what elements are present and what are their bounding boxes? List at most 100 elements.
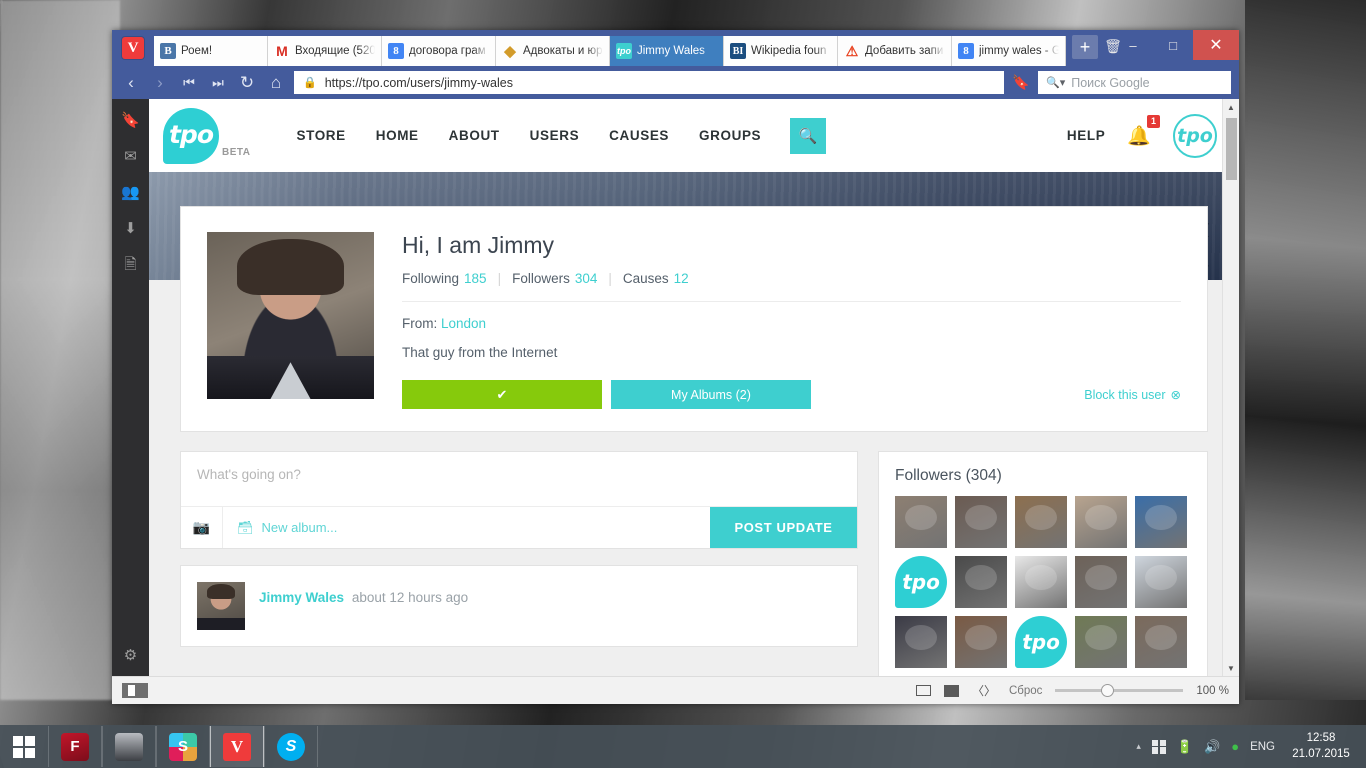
contacts-icon[interactable]: 👥 [121,185,140,200]
page-scrollbar[interactable]: ▲ ▼ [1222,99,1239,676]
developer-tools-icon[interactable]: 〈〉 [972,682,996,699]
follower-bearded-man[interactable] [1075,556,1127,608]
notes-icon[interactable]: 🗎 [124,257,136,272]
browser-tab-5[interactable]: BI Wikipedia foun [724,36,838,66]
downloads-icon[interactable]: ⬇ [124,221,137,236]
follower-tpo-default-2[interactable]: tpo [1015,616,1067,668]
camera-icon[interactable]: 📷 [181,507,223,548]
tab-list: B Роем! M Входящие (520 8 договора грам ◆ Адвок… [154,30,1066,66]
profile-stat-causes[interactable]: Causes 12 [623,271,689,286]
user-avatar[interactable]: tpo [1173,113,1217,158]
browser-tab-6[interactable]: ⚠ Добавить запи [838,36,952,66]
post-update-button[interactable]: POST UPDATE [710,507,857,548]
follower-jimmy[interactable] [895,496,947,548]
avatar-image [1025,565,1057,591]
follower-group-selfie[interactable] [1135,616,1187,668]
images-toggle-icon[interactable] [943,684,959,697]
nav-item-home[interactable]: HOME [376,128,419,143]
back-button[interactable]: ‹ [120,74,142,91]
follower-city-night[interactable] [895,616,947,668]
block-user-link[interactable]: Block this user ⊗ [1084,387,1181,403]
follower-smiling-man[interactable] [1075,496,1127,548]
new-tab-button[interactable]: + [1072,34,1098,59]
follower-sunset-dock[interactable] [1015,496,1067,548]
notifications-bell-icon[interactable]: 🔔 1 [1127,114,1160,148]
browser-tab-2[interactable]: 8 договора грам [382,36,496,66]
browser-tab-3[interactable]: ◆ Адвокаты и юр [496,36,610,66]
page-content: Hi, I am Jimmy Following 185 | Followers 304… [149,206,1239,676]
nav-item-about[interactable]: ABOUT [449,128,500,143]
close-button[interactable]: ✕ [1193,30,1239,60]
browser-tab-0[interactable]: B Роем! [154,36,268,66]
search-field[interactable]: 🔍▾ Поиск Google [1038,71,1231,94]
follower-tpo-default-1[interactable]: tpo [895,556,947,608]
taskbar-app-vivaldi-browser[interactable]: V [210,726,264,767]
bookmarks-icon[interactable]: 🔖 [121,113,140,128]
follower-couple[interactable] [955,496,1007,548]
scroll-down-arrow[interactable]: ▼ [1223,664,1239,673]
zoom-reset-label[interactable]: Сброс [1009,685,1042,697]
post-author-name[interactable]: Jimmy Wales [259,590,344,605]
reload-button[interactable]: ↻ [236,74,258,91]
taskbar-app-scanner-app[interactable] [102,726,156,767]
page-title: Hi, I am Jimmy [402,232,555,258]
profile-stat-followers[interactable]: Followers 304 [512,271,597,286]
follower-winter-couple[interactable] [1135,556,1187,608]
nav-item-users[interactable]: USERS [530,128,580,143]
taskbar-app-slack[interactable]: S [156,726,210,767]
follower-woman-indoor[interactable] [955,616,1007,668]
battery-icon[interactable]: 🔋 [1177,739,1193,755]
zoom-slider[interactable] [1055,684,1184,697]
post-author-avatar[interactable] [197,582,245,630]
following-button[interactable]: ✔ [402,380,602,409]
site-logo[interactable]: tpo BETA [163,107,251,164]
settings-icon[interactable]: ⚙ [124,646,137,664]
vivaldi-menu-button[interactable]: V [112,30,154,66]
antivirus-icon[interactable]: ● [1231,739,1239,754]
profile-info: Hi, I am Jimmy Following 185 | Followers 304… [402,232,1181,409]
help-link[interactable]: HELP [1067,128,1105,143]
maximize-button[interactable]: □ [1153,30,1193,60]
site-search-button[interactable]: 🔍 [790,117,827,154]
taskbar-clock[interactable]: 12:58 21.07.2015 [1286,731,1356,762]
new-album-button[interactable]: 🗃 New album... [223,507,710,548]
nav-item-store[interactable]: STORE [296,128,345,143]
mail-icon[interactable]: ✉ [124,149,137,164]
volume-icon[interactable]: 🔊 [1204,739,1220,755]
scrollbar-thumb[interactable] [1226,118,1237,180]
home-button[interactable]: ⌂ [265,74,287,91]
forward-button[interactable]: › [149,74,171,91]
page-tiling-icon[interactable] [915,685,931,696]
follower-lego-figure[interactable] [1015,556,1067,608]
browser-tab-4[interactable]: tpo Jimmy Wales [610,36,724,66]
profile-stat-following[interactable]: Following 185 [402,271,487,286]
fastforward-button[interactable]: ⏭ [207,76,229,89]
nav-item-groups[interactable]: GROUPS [699,128,761,143]
follower-bw-portrait[interactable] [955,556,1007,608]
profile-photo[interactable] [207,232,374,399]
beta-label: BETA [222,146,251,158]
taskbar-app-skype[interactable]: S [264,726,318,767]
nav-item-causes[interactable]: CAUSES [609,128,669,143]
bookmark-icon[interactable]: 🔖 [1011,74,1031,91]
from-value-link[interactable]: London [441,316,486,331]
start-button[interactable] [0,725,48,768]
network-icon[interactable] [1151,739,1166,754]
my-albums-button[interactable]: My Albums (2) [611,380,811,409]
browser-tab-7[interactable]: 8 jimmy wales - G [952,36,1066,66]
profile-divider [402,301,1181,302]
url-bar[interactable]: 🔒 https://tpo.com/users/jimmy-wales [294,71,1004,94]
status-input[interactable]: What's going on? [181,452,857,506]
tray-expand-icon[interactable]: ▴ [1136,741,1141,752]
rewind-button[interactable]: ⏮ [178,76,200,89]
minimize-button[interactable]: – [1113,30,1153,60]
panel-toggle-button[interactable] [122,683,148,698]
zoom-slider-knob[interactable] [1101,684,1115,697]
follower-colorful-hair[interactable] [1135,496,1187,548]
language-indicator[interactable]: ENG [1250,741,1275,753]
avatar-image [965,625,997,651]
taskbar-app-foxit-reader[interactable]: F [48,726,102,767]
follower-blonde-woman[interactable] [1075,616,1127,668]
browser-tab-1[interactable]: M Входящие (520 [268,36,382,66]
scroll-up-arrow[interactable]: ▲ [1223,99,1239,112]
